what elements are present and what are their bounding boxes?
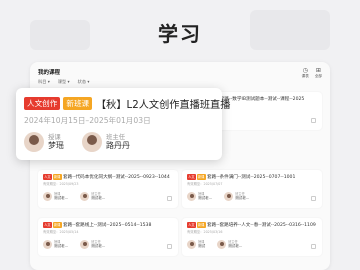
enter-icon — [167, 196, 172, 201]
filter-status[interactable]: 状态 ▾ — [78, 79, 90, 85]
avatar — [80, 192, 90, 201]
course-card[interactable]: 人文 新课 套路--套路线上--测试--2025--0514--1538 有效期至… — [38, 218, 178, 256]
avatar — [224, 192, 234, 201]
enter-icon — [311, 118, 316, 123]
teacher: 班主任 路丹丹 — [82, 132, 130, 152]
enter-icon — [311, 196, 316, 201]
class-tag: 新课 — [196, 222, 206, 228]
filter-subject[interactable]: 科目 ▾ — [38, 79, 50, 85]
teacher: 班主任 测试老... — [80, 240, 105, 249]
subject-tag: 人文创作 — [24, 97, 61, 110]
filter-bar: 科目 ▾ 课型 ▾ 状态 ▾ — [38, 79, 89, 85]
avatar — [80, 240, 90, 249]
course-date: 有效期至：2025/03/16 — [187, 230, 223, 234]
featured-course-card[interactable]: 人文创作 新班课 【秋】L2人文创作直播班直播 2024年10月15日–2025… — [16, 88, 230, 160]
teacher-name: 测试老... — [54, 244, 69, 249]
grid-icon: ⊞ — [315, 67, 321, 74]
teacher: 班主任 测试老... — [80, 192, 105, 201]
teacher: 授课 测试 — [187, 240, 205, 249]
course-date: 有效期至：2025/05/14 — [43, 230, 79, 234]
course-card[interactable]: 人文 新课 套路--代码本优化同大纲--测试--2025--0923--1044 … — [38, 170, 178, 208]
teacher-name: 测试老... — [91, 244, 106, 249]
course-title: 【秋】L2人文创作直播班直播 — [96, 100, 231, 111]
filter-class-type[interactable]: 课型 ▾ — [58, 79, 70, 85]
avatar — [82, 132, 102, 152]
enter-icon — [311, 244, 316, 249]
course-card[interactable]: 人文 新课 套路--条件满门--测试--2025--0707--1001 有效期至… — [182, 170, 322, 208]
teacher-name: 路丹丹 — [106, 141, 130, 150]
panel-icon-bar: ◷ 课表 ⊞ 全部 — [302, 67, 322, 79]
course-title: 套路--代码本优化同大纲--测试--2025--0923--1044 — [63, 174, 170, 180]
page-title: 学习 — [158, 22, 202, 46]
avatar — [187, 240, 196, 249]
panel-title: 我的课程 — [38, 70, 61, 76]
subject-tag: 人文 — [43, 222, 52, 228]
teacher-name: 测试老... — [235, 196, 250, 201]
all-courses-label: 全部 — [314, 74, 322, 78]
course-date: 有效期至：2025/09/23 — [43, 182, 79, 186]
schedule-label: 课表 — [301, 74, 309, 78]
class-tag: 新课 — [52, 222, 62, 228]
schedule-button[interactable]: ◷ 课表 — [302, 67, 309, 79]
teacher: 授课测试老... — [43, 240, 68, 249]
teacher: 授课测试老... — [187, 192, 212, 201]
class-tag: 新班课 — [63, 97, 93, 110]
teacher-name: 测试老... — [54, 196, 69, 201]
course-card[interactable]: 人文 新课 套路--套路培养--人文--春--测试--2025--0316--11… — [182, 218, 322, 256]
teacher: 授课测试老... — [43, 192, 68, 201]
subject-tag: 人文 — [187, 174, 196, 180]
all-courses-button[interactable]: ⊞ 全部 — [315, 67, 322, 79]
teacher-name: 测试老... — [91, 196, 106, 201]
avatar — [43, 240, 52, 249]
avatar — [24, 132, 44, 152]
course-title: 套路--套路线上--测试--2025--0514--1538 — [63, 222, 152, 228]
course-date: 有效期至：2025/07/07 — [187, 182, 223, 186]
course-date: 2024年10月15日–2025年01月03日 — [24, 116, 151, 125]
class-tag: 新课 — [196, 174, 206, 180]
teacher-role: 班主任 — [106, 133, 126, 141]
teacher-name: 测试老... — [198, 196, 213, 201]
course-title: 套路--套路培养--人文--春--测试--2025--0316--1109 — [207, 222, 316, 228]
course-title: 套路--条件满门--测试--2025--0707--1001 — [207, 174, 296, 180]
teacher-role: 授课 — [48, 133, 61, 141]
class-tag: 新课 — [52, 174, 62, 180]
enter-icon — [167, 244, 172, 249]
subject-tag: 人文 — [43, 174, 52, 180]
teacher: 班主任 测试老... — [224, 192, 249, 201]
avatar — [43, 192, 52, 201]
teacher-name: 测试老... — [228, 244, 243, 249]
avatar — [187, 192, 196, 201]
subject-tag: 人文 — [187, 222, 196, 228]
clock-icon: ◷ — [302, 67, 308, 74]
teacher-name: 梦瑶 — [48, 141, 64, 150]
teacher: 班主任 测试老... — [217, 240, 242, 249]
teacher: 授课 梦瑶 — [24, 132, 64, 152]
avatar — [217, 240, 227, 249]
teacher-name: 测试 — [198, 244, 206, 249]
